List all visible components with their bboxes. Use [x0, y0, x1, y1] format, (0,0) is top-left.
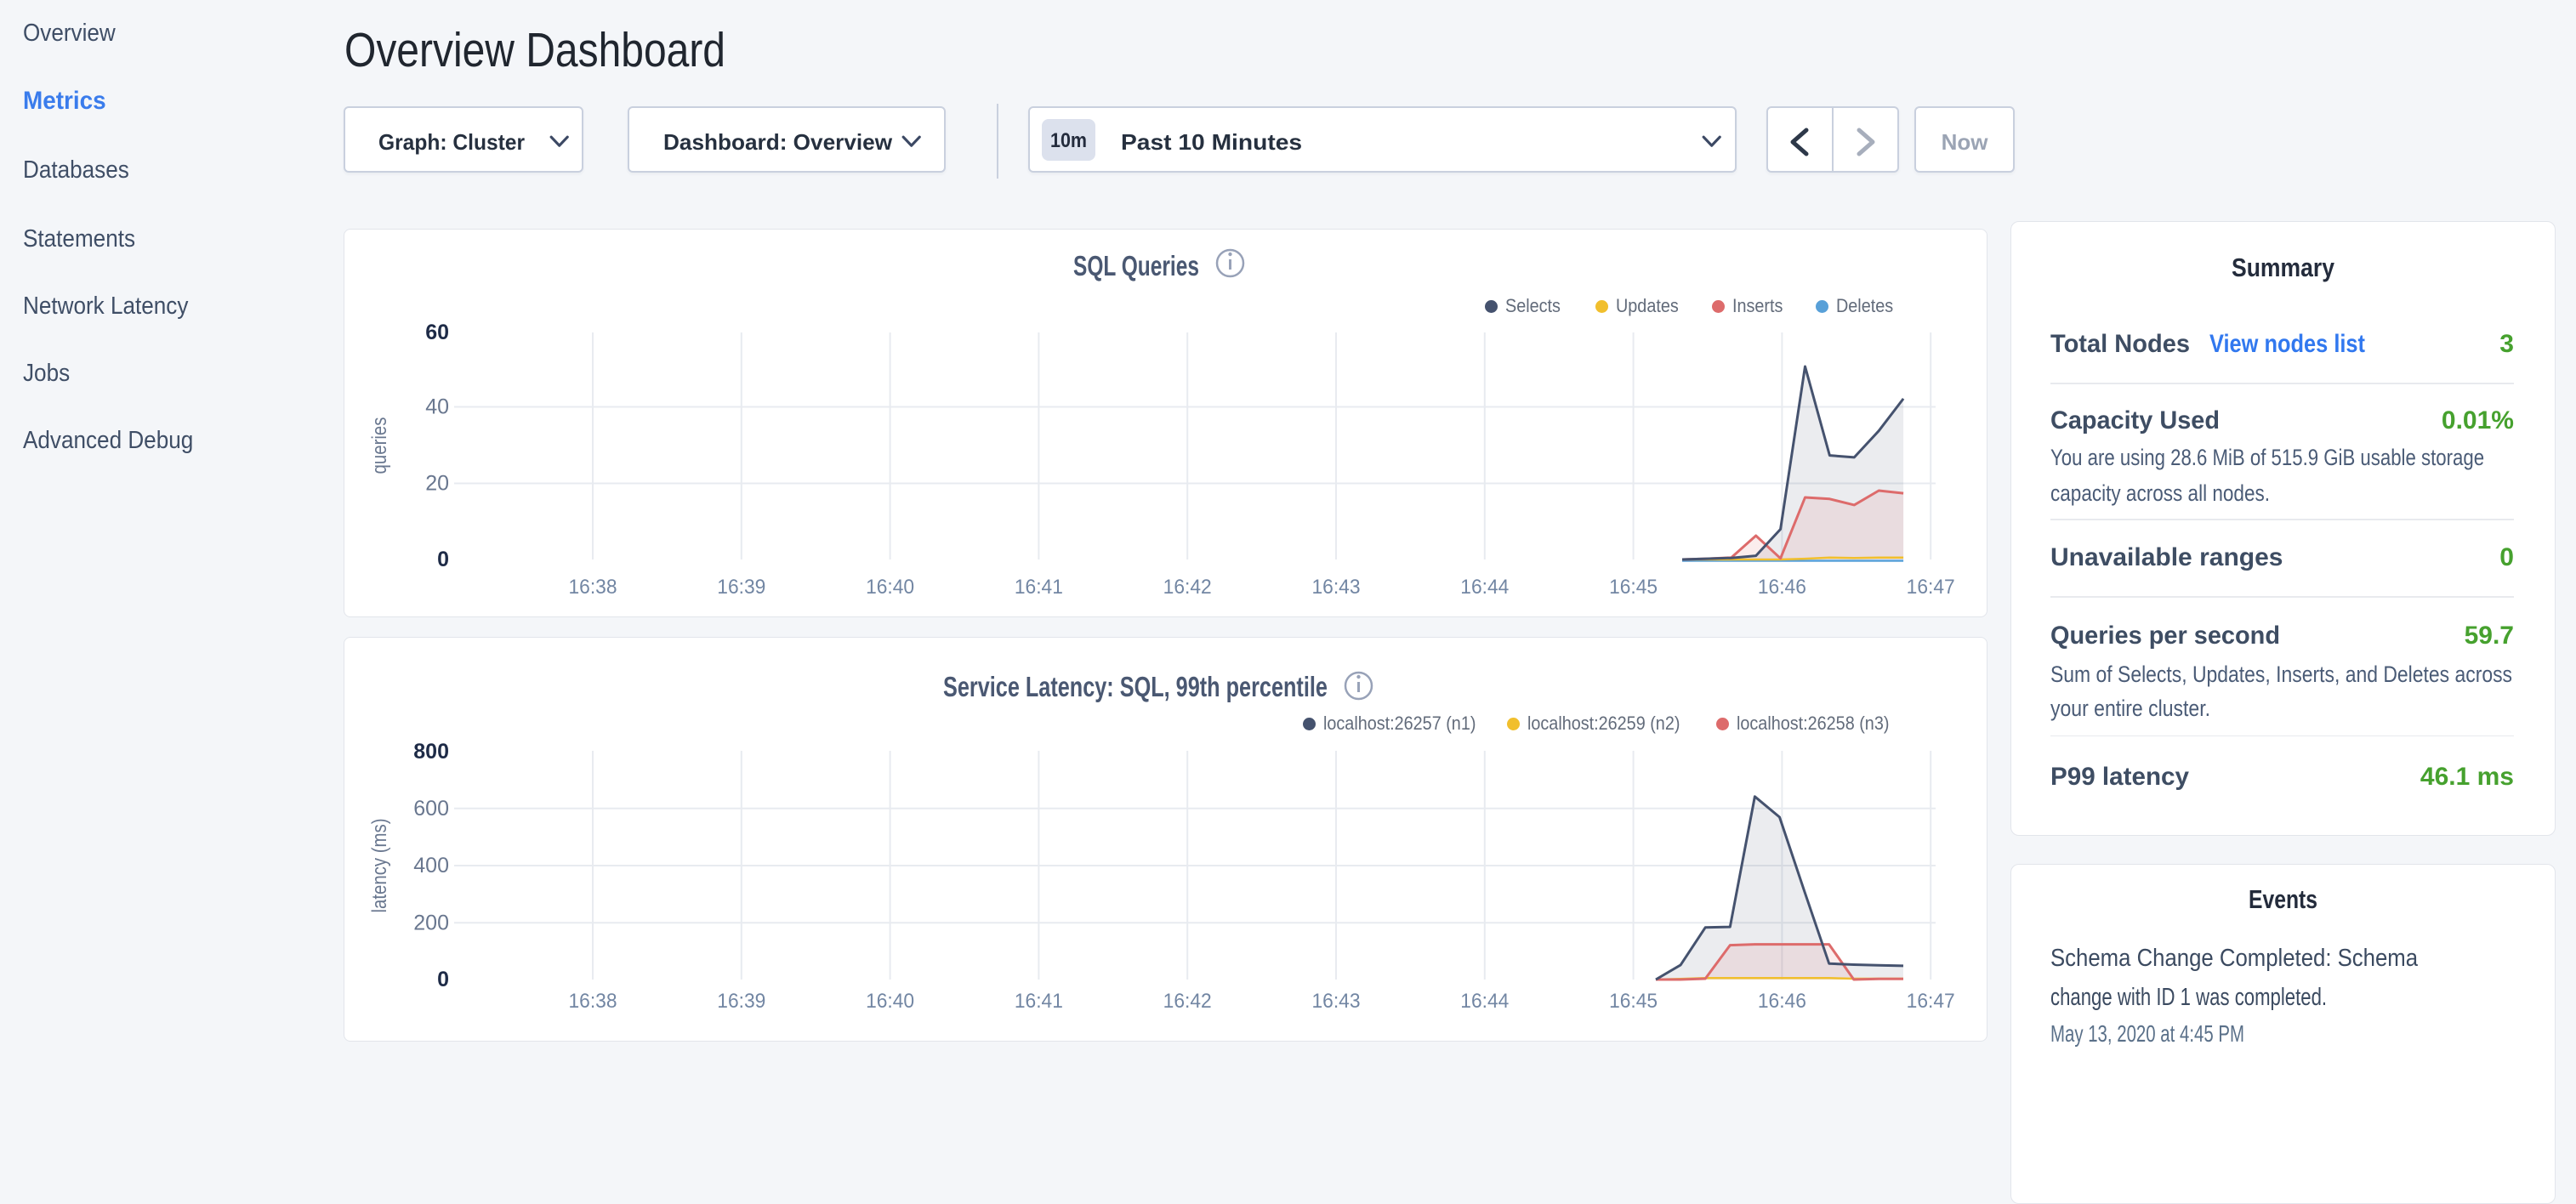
- svg-text:latency (ms): latency (ms): [368, 818, 391, 912]
- svg-text:16:43: 16:43: [1311, 576, 1360, 599]
- svg-text:16:44: 16:44: [1460, 576, 1509, 599]
- svg-text:16:39: 16:39: [717, 990, 765, 1013]
- svg-text:16:47: 16:47: [1907, 576, 1955, 599]
- svg-text:16:41: 16:41: [1015, 576, 1063, 599]
- svg-text:16:47: 16:47: [1907, 990, 1955, 1013]
- svg-text:16:45: 16:45: [1609, 990, 1658, 1013]
- svg-text:800: 800: [413, 740, 449, 764]
- svg-text:16:42: 16:42: [1163, 990, 1212, 1013]
- svg-text:16:40: 16:40: [866, 990, 914, 1013]
- svg-text:400: 400: [413, 854, 449, 877]
- svg-text:queries: queries: [368, 417, 391, 474]
- svg-text:16:42: 16:42: [1163, 576, 1212, 599]
- svg-text:20: 20: [425, 472, 449, 496]
- svg-text:16:45: 16:45: [1609, 576, 1658, 599]
- svg-text:16:41: 16:41: [1015, 990, 1063, 1013]
- svg-text:16:38: 16:38: [568, 990, 617, 1013]
- svg-text:40: 40: [425, 395, 449, 419]
- svg-text:16:46: 16:46: [1758, 990, 1806, 1013]
- svg-text:16:43: 16:43: [1311, 990, 1360, 1013]
- svg-text:16:39: 16:39: [717, 576, 765, 599]
- svg-text:16:44: 16:44: [1460, 990, 1509, 1013]
- svg-text:0: 0: [437, 548, 449, 571]
- svg-text:16:38: 16:38: [568, 576, 617, 599]
- svg-text:600: 600: [413, 797, 449, 821]
- svg-text:16:46: 16:46: [1758, 576, 1806, 599]
- svg-text:60: 60: [425, 321, 449, 344]
- svg-text:0: 0: [437, 968, 449, 991]
- svg-text:16:40: 16:40: [866, 576, 914, 599]
- svg-text:200: 200: [413, 911, 449, 934]
